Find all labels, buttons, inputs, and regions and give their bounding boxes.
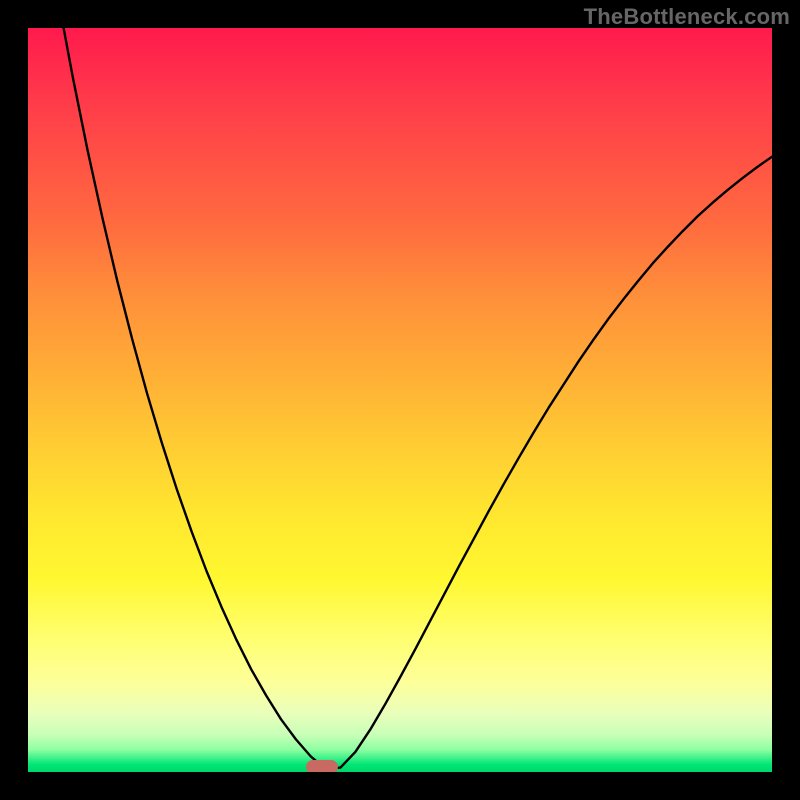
plot-area: [28, 28, 772, 772]
chart-frame: TheBottleneck.com: [0, 0, 800, 800]
watermark-text: TheBottleneck.com: [584, 4, 790, 30]
bottleneck-curve: [28, 28, 772, 772]
optimal-marker: [306, 760, 339, 772]
